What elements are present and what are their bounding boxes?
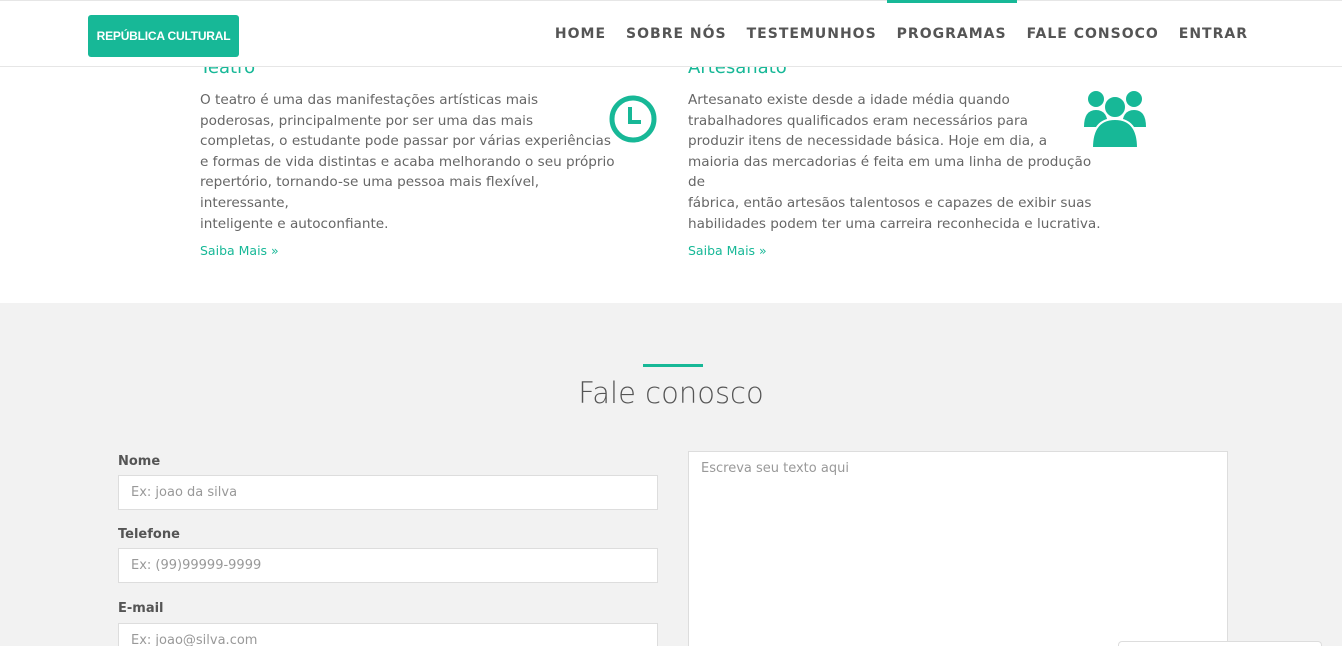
email-label: E-mail — [118, 601, 164, 616]
program-description-line: maioria das mercadorias é feita em uma l… — [688, 153, 1092, 191]
brand-logo-button[interactable]: REPÚBLICA CULTURAL — [88, 15, 239, 57]
contact-section: Fale conosco Nome Telefone E-mail — [0, 303, 1342, 646]
phone-label: Telefone — [118, 527, 180, 542]
program-description-line: produzir itens de necessidade básica. Ho… — [688, 133, 1048, 150]
contact-title: Fale conosco — [578, 376, 764, 410]
program-description-line: O teatro é uma das manifestações artísti… — [200, 92, 539, 108]
program-description-line: Artesanato existe desde a idade média qu… — [688, 92, 1010, 108]
program-description-line: completas, o estudante pode passar por v… — [200, 133, 611, 150]
email-field[interactable] — [118, 623, 658, 646]
nav-item-programas[interactable]: PROGRAMAS — [886, 0, 1017, 67]
name-field[interactable] — [118, 475, 658, 510]
section-divider — [643, 364, 703, 367]
users-icon — [1084, 89, 1146, 153]
clock-icon — [609, 95, 657, 147]
saiba-mais-link[interactable]: Saiba Mais » — [688, 243, 1108, 258]
name-label: Nome — [118, 454, 161, 469]
program-description-line: habilidades podem ter uma carreira recon… — [688, 215, 1101, 232]
saiba-mais-link[interactable]: Saiba Mais » — [200, 243, 620, 258]
program-description-line: e formas de vida distintas e acaba melho… — [200, 153, 615, 170]
floating-widget-tab[interactable] — [1118, 641, 1322, 646]
program-description-line: trabalhadores qualificados eram necessár… — [688, 112, 1028, 129]
program-description-line: fábrica, então artesãos talentosos e cap… — [688, 194, 1092, 211]
navbar: REPÚBLICA CULTURAL HOME SOBRE NÓS TESTEM… — [0, 0, 1342, 67]
nav-item-sobre-nos[interactable]: SOBRE NÓS — [616, 1, 737, 67]
program-description: O teatro é uma das manifestações artísti… — [200, 90, 620, 234]
program-description: Artesanato existe desde a idade média qu… — [688, 90, 1108, 234]
program-description-line: repertório, tornando-se uma pessoa mais … — [200, 174, 540, 211]
nav-item-fale-consoco[interactable]: FALE CONSOCO — [1017, 1, 1169, 67]
program-description-line: inteligente e autoconfiante. — [200, 215, 389, 232]
message-textarea[interactable] — [688, 451, 1228, 646]
nav-item-testemunhos[interactable]: TESTEMUNHOS — [737, 1, 887, 67]
program-card-teatro: Teatro O teatro é uma das manifestações … — [200, 57, 620, 258]
program-description-line: poderosas, principalmente por ser uma da… — [200, 112, 534, 129]
nav-item-entrar[interactable]: ENTRAR — [1169, 1, 1258, 67]
phone-field[interactable] — [118, 548, 658, 583]
nav-item-home[interactable]: HOME — [545, 1, 616, 67]
main-nav: HOME SOBRE NÓS TESTEMUNHOS PROGRAMAS FAL… — [545, 0, 1258, 67]
program-card-artesanato: Artesanato Artesanato existe desde a ida… — [688, 57, 1108, 258]
